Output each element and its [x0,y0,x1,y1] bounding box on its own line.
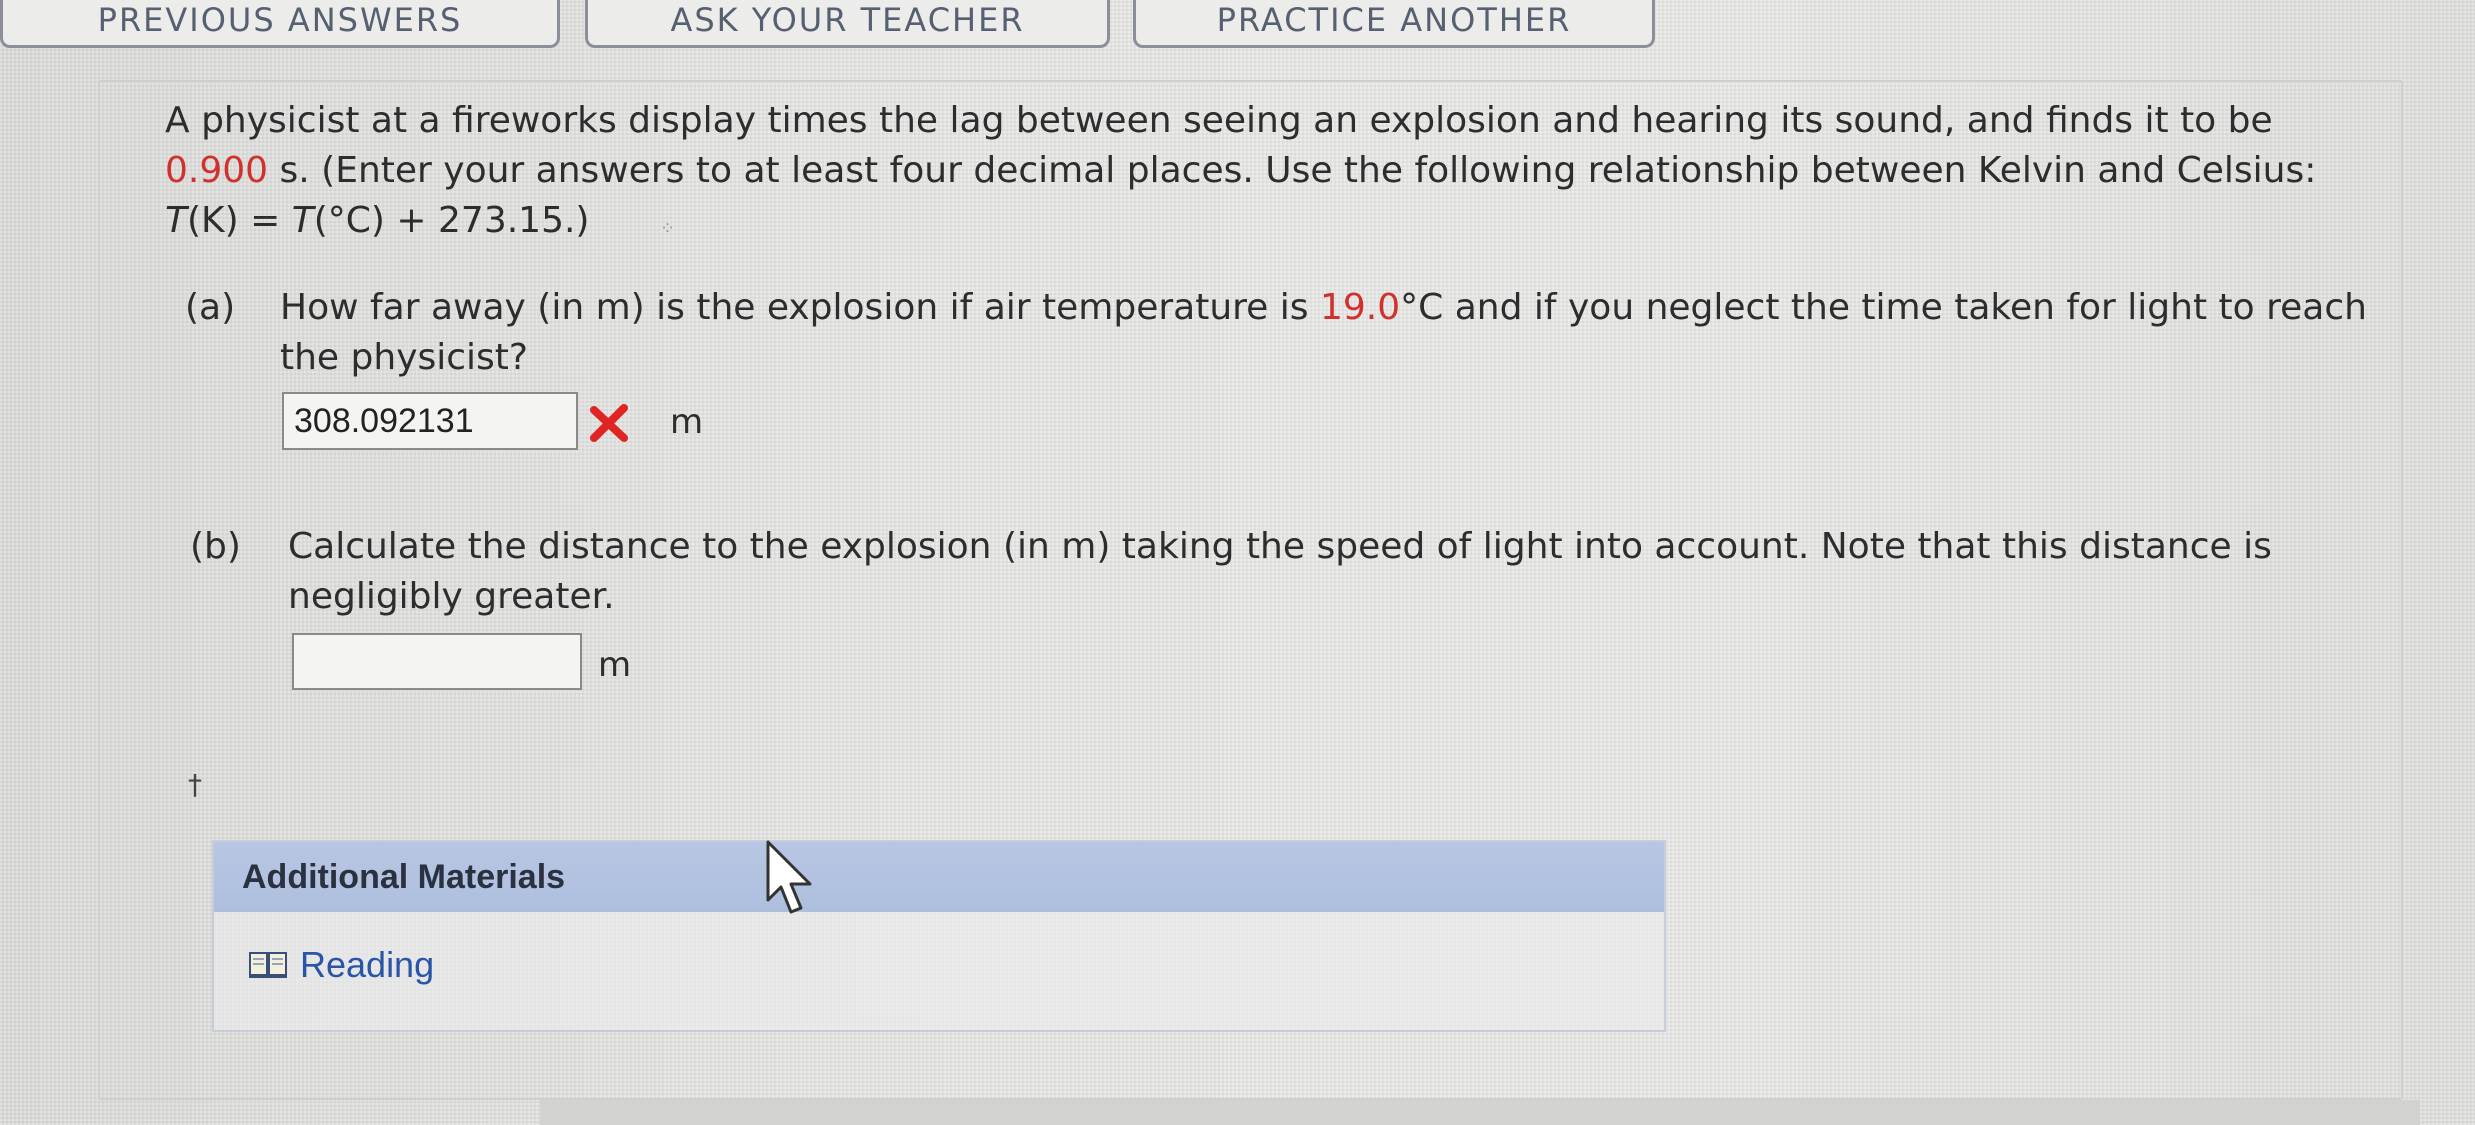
part-a-answer-input[interactable]: 308.092131 [282,392,578,450]
part-b-answer-input[interactable] [292,633,582,690]
part-a-text: How far away (in m) is the explosion if … [280,287,1320,328]
part-b-label: (b) [190,526,241,567]
part-a-question-line1: How far away (in m) is the explosion if … [280,283,2367,333]
additional-materials-header: Additional Materials [214,842,1664,912]
mouse-cursor-icon [766,840,812,914]
reading-link[interactable]: Reading [248,944,434,986]
book-icon [249,952,287,978]
part-a-label: (a) [185,287,236,328]
part-b-question-line2: negligibly greater. [288,576,615,617]
problem-intro-line1: A physicist at a fireworks display times… [165,96,2273,146]
lag-value: 0.900 [165,150,269,191]
additional-materials-panel: Additional Materials Reading [212,840,1666,1032]
formula-part2: (°C) + 273.15.) [313,200,590,241]
practice-another-button[interactable]: PRACTICE ANOTHER [1133,0,1655,48]
panel-shadow [540,1100,2420,1125]
ask-teacher-label: ASK YOUR TEACHER [670,1,1025,39]
formula-symbol-t2: T [291,200,314,241]
formula-part1: (K) = [187,200,292,241]
kelvin-celsius-formula: T(K) = T(°C) + 273.15.) [165,196,589,246]
ask-teacher-button[interactable]: ASK YOUR TEACHER [585,0,1110,48]
footnote-dagger: † [188,768,202,801]
part-a-unit: m [670,402,704,442]
previous-answers-button[interactable]: PREVIOUS ANSWERS [0,0,560,48]
intro-text-cont: s. (Enter your answers to at least four … [268,150,2317,191]
previous-answers-label: PREVIOUS ANSWERS [97,1,463,39]
part-a-question-line2: the physicist? [280,337,529,378]
problem-intro-line2: 0.900 s. (Enter your answers to at least… [165,146,2316,196]
temperature-value: 19.0 [1319,287,1401,328]
part-b-unit: m [598,645,632,685]
reading-label: Reading [300,944,435,985]
part-b-question-line1: Calculate the distance to the explosion … [288,526,2272,567]
speck: ⁘ [660,218,676,239]
part-a-text-cont: °C and if you neglect the time taken for… [1400,287,2367,328]
intro-text: A physicist at a fireworks display times… [165,100,2273,141]
formula-symbol-t1: T [165,200,187,241]
practice-another-label: PRACTICE ANOTHER [1216,1,1572,39]
incorrect-x-icon [590,404,628,442]
